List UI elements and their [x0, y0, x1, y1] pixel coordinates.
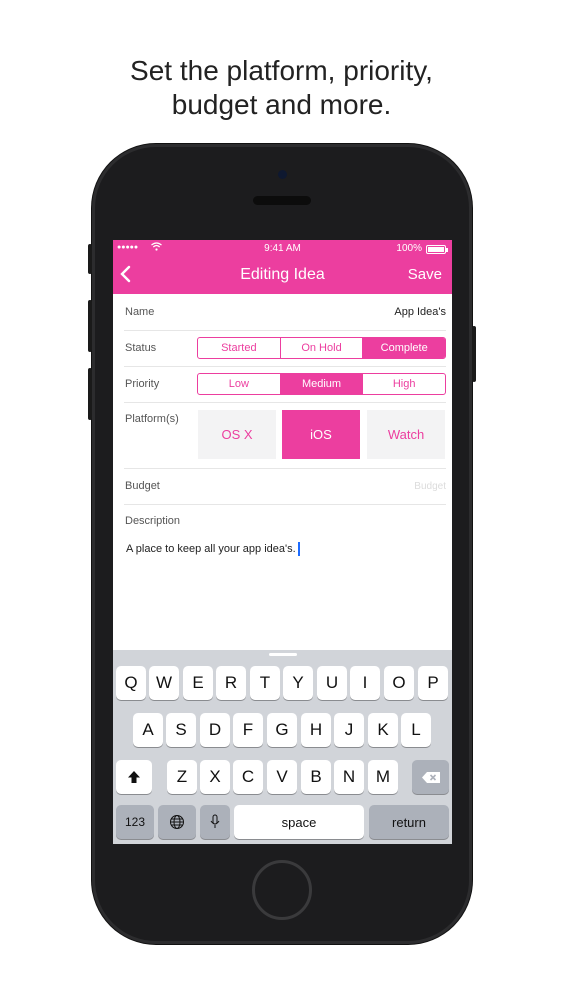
key-s[interactable]: S — [166, 713, 196, 747]
platform-os-x-button[interactable]: OS X — [198, 410, 276, 459]
divider — [124, 468, 446, 469]
status-label: Status — [125, 342, 157, 354]
priority-option-high[interactable]: High — [363, 374, 445, 394]
text-caret — [297, 542, 300, 556]
key-b[interactable]: B — [301, 760, 331, 794]
headline: Set the platform, priority, budget and m… — [0, 54, 563, 122]
divider — [124, 402, 446, 403]
numbers-key[interactable]: 123 — [116, 805, 154, 839]
delete-icon — [421, 771, 440, 783]
save-button[interactable]: Save — [408, 266, 442, 283]
key-m[interactable]: M — [368, 760, 398, 794]
platforms-label: Platform(s) — [125, 413, 179, 425]
platform-ios-button[interactable]: iOS — [282, 410, 360, 459]
key-z[interactable]: Z — [167, 760, 197, 794]
key-p[interactable]: P — [418, 666, 448, 700]
volume-up-button — [88, 300, 92, 352]
shift-key[interactable] — [116, 760, 152, 794]
key-a[interactable]: A — [133, 713, 163, 747]
key-r[interactable]: R — [216, 666, 246, 700]
key-i[interactable]: I — [350, 666, 380, 700]
divider — [124, 330, 446, 331]
home-button[interactable] — [252, 860, 312, 920]
key-c[interactable]: C — [233, 760, 263, 794]
space-key[interactable]: space — [234, 805, 364, 839]
status-option-on-hold[interactable]: On Hold — [281, 338, 364, 358]
headline-line-1: Set the platform, priority, — [130, 55, 433, 86]
description-label: Description — [125, 515, 181, 527]
description-textarea[interactable]: A place to keep all your app idea's. — [126, 542, 300, 556]
key-o[interactable]: O — [384, 666, 414, 700]
delete-key[interactable] — [412, 760, 449, 794]
shift-icon — [128, 771, 140, 783]
mute-switch — [88, 244, 92, 274]
status-option-complete[interactable]: Complete — [363, 338, 445, 358]
nav-title: Editing Idea — [240, 266, 325, 283]
return-key[interactable]: return — [369, 805, 449, 839]
budget-label: Budget — [125, 480, 160, 492]
navigation-bar: ●●●●● 9:41 AM 100% Editing Idea Save — [113, 240, 452, 294]
description-text: A place to keep all your app idea's. — [126, 542, 296, 555]
status-bar: ●●●●● 9:41 AM 100% — [113, 240, 452, 258]
dictation-key[interactable] — [200, 805, 230, 839]
priority-option-medium[interactable]: Medium — [280, 374, 364, 394]
headline-line-2: budget and more. — [171, 89, 392, 120]
key-x[interactable]: X — [200, 760, 230, 794]
status-option-started[interactable]: Started — [198, 338, 281, 358]
key-e[interactable]: E — [183, 666, 213, 700]
globe-key[interactable] — [158, 805, 196, 839]
microphone-icon — [210, 814, 220, 828]
divider — [124, 366, 446, 367]
priority-option-low[interactable]: Low — [198, 374, 281, 394]
status-segmented-control: Started On Hold Complete — [197, 337, 446, 359]
divider — [124, 504, 446, 505]
key-q[interactable]: Q — [116, 666, 146, 700]
key-n[interactable]: N — [334, 760, 364, 794]
battery-percent: 100% — [396, 243, 422, 254]
front-camera — [278, 170, 287, 179]
key-t[interactable]: T — [250, 666, 280, 700]
globe-icon — [170, 815, 184, 829]
key-f[interactable]: F — [233, 713, 263, 747]
keyboard: Q W E R T Y U I O P A S D F G H J K L Z … — [113, 650, 452, 844]
key-v[interactable]: V — [267, 760, 297, 794]
key-j[interactable]: J — [334, 713, 364, 747]
priority-label: Priority — [125, 378, 160, 390]
key-u[interactable]: U — [317, 666, 347, 700]
key-g[interactable]: G — [267, 713, 297, 747]
name-field[interactable]: App Idea's — [394, 306, 446, 318]
budget-input[interactable]: Budget — [414, 481, 446, 492]
phone-screen: ●●●●● 9:41 AM 100% Editing Idea Save Nam… — [113, 240, 452, 844]
earpiece-speaker — [253, 196, 311, 205]
volume-down-button — [88, 368, 92, 420]
priority-segmented-control: Low Medium High — [197, 373, 446, 395]
key-d[interactable]: D — [200, 713, 230, 747]
key-l[interactable]: L — [401, 713, 431, 747]
power-button — [472, 326, 476, 382]
keyboard-drag-handle[interactable] — [269, 653, 297, 656]
platform-watch-button[interactable]: Watch — [367, 410, 445, 459]
key-y[interactable]: Y — [283, 666, 313, 700]
app-store-screenshot: Set the platform, priority, budget and m… — [0, 0, 563, 1000]
name-label: Name — [125, 306, 155, 318]
key-w[interactable]: W — [149, 666, 179, 700]
battery-icon — [426, 245, 448, 254]
key-h[interactable]: H — [301, 713, 331, 747]
key-k[interactable]: K — [368, 713, 398, 747]
